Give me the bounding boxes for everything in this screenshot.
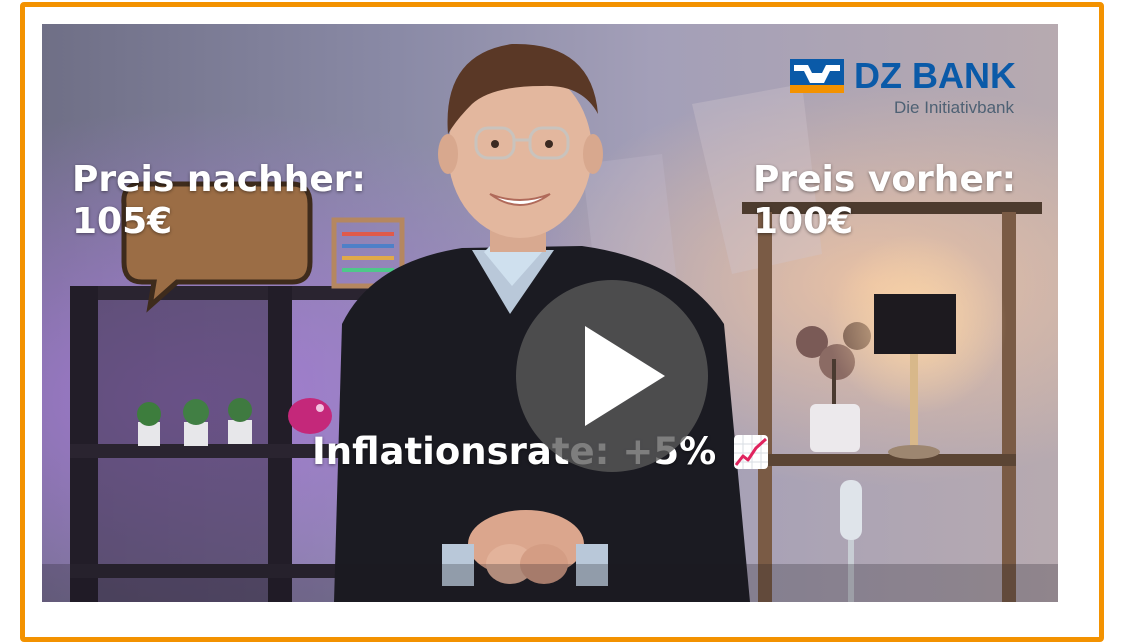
price-after-caption: Preis nachher:	[72, 159, 366, 200]
chart-increasing-icon	[734, 435, 769, 469]
price-after-amount: 105€	[72, 201, 173, 242]
dz-bank-logo: DZ BANK Die Initiativbank	[790, 58, 1016, 118]
logo-name: DZ BANK	[854, 55, 1016, 96]
play-button[interactable]	[516, 280, 708, 472]
logo-tagline: Die Initiativbank	[893, 98, 1014, 117]
play-icon	[585, 326, 665, 426]
price-before-amount: 100€	[753, 201, 854, 242]
volksbank-mark-icon	[790, 59, 845, 93]
price-before-label: Preis vorher: 100€	[753, 159, 1016, 243]
video-player[interactable]: Preis nachher: 105€ Preis vorher: 100€ I…	[42, 24, 1058, 602]
price-before-caption: Preis vorher:	[753, 159, 1017, 200]
price-after-label: Preis nachher: 105€	[72, 159, 366, 243]
